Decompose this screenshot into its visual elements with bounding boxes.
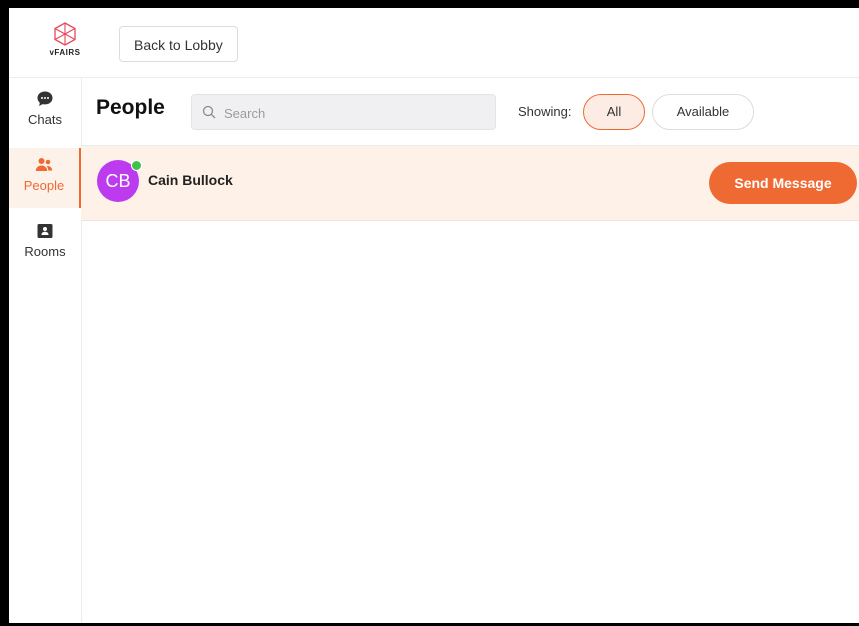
sidebar-item-rooms[interactable]: Rooms [9,214,81,274]
search-icon [202,105,216,119]
vfairs-logo: vFAIRS [45,22,85,66]
back-to-lobby-button[interactable]: Back to Lobby [119,26,238,62]
sidebar-item-label: Chats [28,112,62,127]
sidebar-item-chats[interactable]: Chats [9,82,81,142]
top-bar: vFAIRS Back to Lobby [9,8,859,78]
sidebar-item-label: People [23,178,65,193]
sidebar: Chats People Rooms [9,78,82,623]
page-title: People [96,96,165,119]
search-box[interactable] [191,94,496,131]
sidebar-item-people[interactable]: People [9,148,81,208]
online-status-dot [131,160,142,171]
filter-available-button[interactable]: Available [652,94,754,130]
send-message-button[interactable]: Send Message [709,162,857,204]
sidebar-item-label: Rooms [24,244,66,259]
person-name: Cain Bullock [148,172,233,188]
chat-window: vFAIRS Back to Lobby Chats People Rooms … [9,8,859,623]
people-icon [35,158,53,171]
filter-all-button[interactable]: All [583,94,645,130]
vfairs-logo-icon [54,22,76,46]
rooms-icon [37,224,53,238]
logo-text: vFAIRS [49,48,81,57]
list-item[interactable]: CB Cain Bullock Send Message [81,146,859,221]
search-input[interactable] [222,95,486,131]
people-header: People Showing: All Available [81,78,859,146]
showing-label: Showing: [518,104,572,119]
chat-bubble-icon [37,91,53,106]
